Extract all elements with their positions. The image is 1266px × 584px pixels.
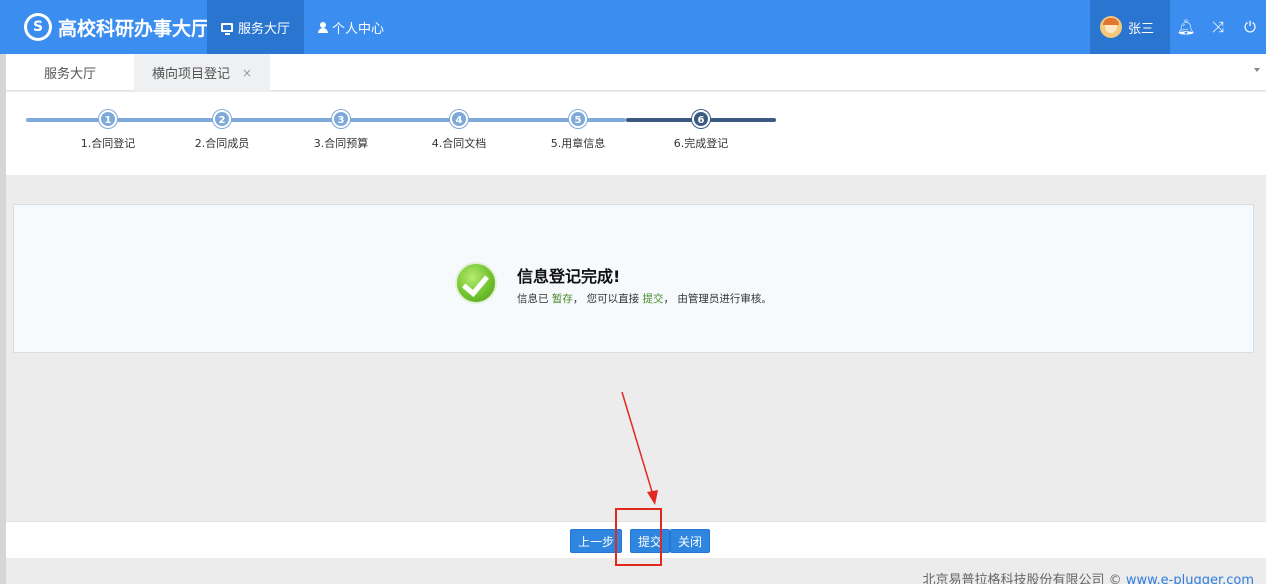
step-number: 6	[692, 110, 710, 128]
user-icon	[318, 21, 329, 33]
success-check-icon	[455, 262, 497, 304]
top-nav-bar: S 高校科研办事大厅 服务大厅 个人中心 张三 🔔︎ ⤨ ⏻	[0, 0, 1266, 54]
power-icon[interactable]: ⏻	[1234, 0, 1266, 54]
close-button[interactable]: 关闭	[670, 529, 711, 553]
tab-horizontal-project-registration[interactable]: 横向项目登记 ×	[134, 54, 271, 91]
submit-highlight: 提交	[642, 293, 664, 305]
step-label: 1.合同登记	[80, 137, 136, 150]
app-logo[interactable]: S 高校科研办事大厅	[24, 12, 210, 42]
logo-glyph: S	[27, 16, 49, 38]
footer-copyright: 北京易普拉格科技股份有限公司 © www.e-plugger.com	[923, 569, 1254, 584]
step-number: 2	[213, 110, 231, 128]
company-url[interactable]: www.e-plugger.com	[1126, 573, 1254, 584]
step-label: 2.合同成员	[194, 137, 250, 150]
monitor-icon	[221, 22, 233, 35]
annotation-highlight-box	[615, 508, 662, 566]
tab-service-hall[interactable]: 服务大厅	[6, 54, 134, 91]
close-icon[interactable]: ×	[242, 66, 252, 80]
nav-item-personal-center[interactable]: 个人中心	[304, 0, 398, 54]
message-text: 信息已	[517, 293, 552, 305]
app-title: 高校科研办事大厅	[58, 17, 211, 40]
shuffle-icon[interactable]: ⤨	[1202, 0, 1234, 54]
result-panel: 信息登记完成! 信息已 暂存， 您可以直接 提交， 由管理员进行审核。	[13, 204, 1254, 353]
step-label: 5.用章信息	[550, 137, 606, 150]
step-label: 6.完成登记	[673, 137, 729, 150]
step-label: 3.合同预算	[313, 137, 369, 150]
main-nav: 服务大厅 个人中心	[207, 0, 398, 54]
user-name: 张三	[1127, 21, 1154, 37]
result-title: 信息登记完成!	[517, 267, 621, 286]
step-number: 1	[99, 110, 117, 128]
tab-label: 服务大厅	[44, 67, 97, 82]
saved-highlight: 暂存	[551, 293, 573, 305]
logo-icon: S	[24, 13, 52, 41]
chevron-down-icon[interactable]	[1254, 68, 1260, 72]
step-item: 1 1.合同登记	[58, 110, 158, 151]
nav-item-label: 个人中心	[332, 21, 385, 37]
tab-bar: 服务大厅 横向项目登记 ×	[6, 54, 1266, 91]
nav-item-label: 服务大厅	[238, 21, 291, 37]
company-name: 北京易普拉格科技股份有限公司 ©	[922, 573, 1126, 584]
step-number: 4	[450, 110, 468, 128]
step-item: 3 3.合同预算	[291, 110, 391, 151]
step-item: 2 2.合同成员	[172, 110, 272, 151]
step-item: 4 4.合同文档	[409, 110, 509, 151]
bell-icon[interactable]: 🔔︎	[1170, 0, 1202, 54]
user-menu[interactable]: 张三	[1089, 0, 1170, 54]
step-number: 3	[332, 110, 350, 128]
message-text: ， 您可以直接	[572, 293, 643, 305]
step-item-current: 6 6.完成登记	[651, 110, 751, 151]
nav-item-service-hall[interactable]: 服务大厅	[207, 0, 305, 54]
result-message: 信息已 暂存， 您可以直接 提交， 由管理员进行审核。	[517, 291, 772, 306]
step-item: 5 5.用章信息	[528, 110, 628, 151]
avatar-icon	[1099, 16, 1122, 38]
step-number: 5	[569, 110, 587, 128]
top-right-tools: 张三 🔔︎ ⤨ ⏻	[1089, 0, 1266, 54]
message-text: ， 由管理员进行审核。	[663, 293, 772, 305]
step-label: 4.合同文档	[431, 137, 487, 150]
step-progress: 1 1.合同登记 2 2.合同成员 3 3.合同预算 4 4.合同文档 5 5.…	[6, 92, 1266, 175]
tab-label: 横向项目登记	[152, 67, 231, 82]
